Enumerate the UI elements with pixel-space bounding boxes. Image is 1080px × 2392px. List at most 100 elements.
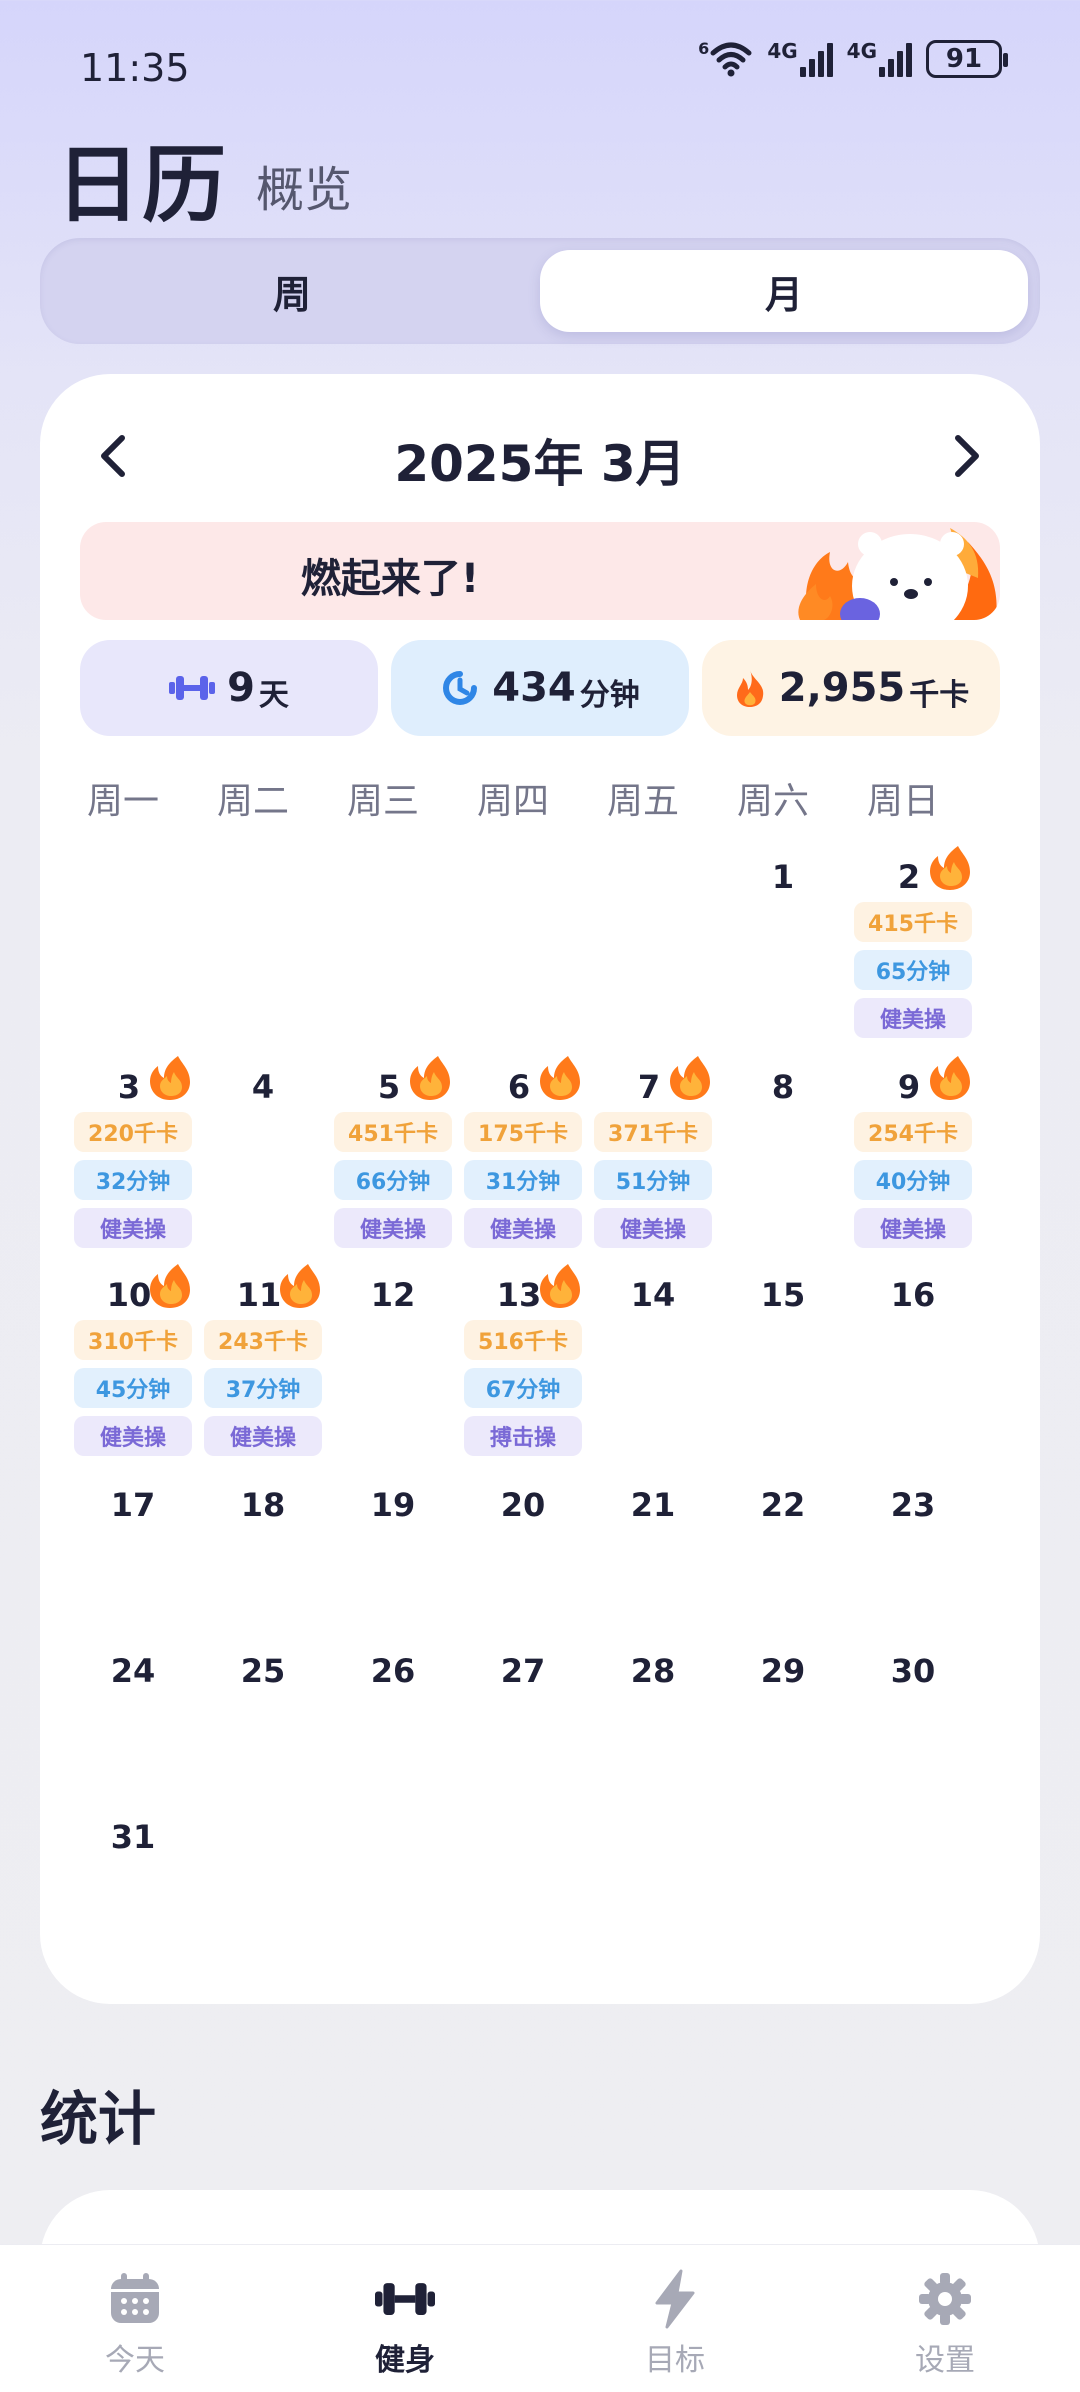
workout-flame-icon — [538, 1054, 582, 1102]
day-number: 23 — [890, 1486, 936, 1524]
calories-tag: 415千卡 — [854, 902, 972, 942]
calendar-day[interactable]: 29 — [718, 1652, 848, 1842]
calendar-day[interactable]: 21 — [588, 1486, 718, 1676]
tab-week[interactable]: 周 — [48, 250, 536, 332]
calendar-day[interactable]: 24 — [68, 1652, 198, 1842]
tab-fitness[interactable]: 健身 — [270, 2245, 540, 2392]
day-number: 21 — [630, 1486, 676, 1524]
day-number: 26 — [370, 1652, 416, 1690]
workout-flame-icon — [278, 1262, 322, 1310]
calories-tag: 310千卡 — [74, 1320, 192, 1360]
calendar-day[interactable]: 9 254千卡 40分钟 健美操 — [848, 1056, 978, 1258]
tab-month[interactable]: 月 — [540, 250, 1028, 332]
calendar-day[interactable]: 7 371千卡 51分钟 健美操 — [588, 1056, 718, 1258]
tab-settings-label: 设置 — [915, 2343, 975, 2378]
day-number: 30 — [890, 1652, 936, 1690]
calendar-day[interactable]: 1 — [718, 858, 848, 1048]
workout-flame-icon — [148, 1054, 192, 1102]
minutes-tag: 32分钟 — [74, 1160, 192, 1200]
day-number: 27 — [500, 1652, 546, 1690]
day-number: 24 — [110, 1652, 156, 1690]
calories-tag: 220千卡 — [74, 1112, 192, 1152]
day-number: 4 — [251, 1068, 275, 1106]
workout-flame-icon — [668, 1054, 712, 1102]
workout-type-tag: 搏击操 — [464, 1416, 582, 1456]
calendar-day[interactable]: 30 — [848, 1652, 978, 1842]
cell-signal-1-icon: 4G — [767, 39, 833, 77]
workout-type-tag: 健美操 — [594, 1208, 712, 1248]
calendar-day[interactable]: 3 220千卡 32分钟 健美操 — [68, 1056, 198, 1258]
workout-type-tag: 健美操 — [854, 998, 972, 1038]
tab-settings[interactable]: 设置 — [810, 2245, 1080, 2392]
calendar-day[interactable]: 18 — [198, 1486, 328, 1676]
status-time: 11:35 — [80, 46, 190, 90]
view-toggle: 周 月 — [40, 238, 1040, 344]
day-number: 22 — [760, 1486, 806, 1524]
wifi-icon: 6 — [698, 41, 753, 77]
workout-type-tag: 健美操 — [334, 1208, 452, 1248]
workout-flame-icon — [928, 1054, 972, 1102]
minutes-tag: 66分钟 — [334, 1160, 452, 1200]
calendar-day[interactable]: 20 — [458, 1486, 588, 1676]
page-subtitle: 概览 — [256, 162, 353, 218]
calendar-day[interactable]: 23 — [848, 1486, 978, 1676]
minutes-tag: 40分钟 — [854, 1160, 972, 1200]
minutes-tag: 65分钟 — [854, 950, 972, 990]
calories-tag: 516千卡 — [464, 1320, 582, 1360]
day-number: 31 — [110, 1818, 156, 1856]
network-type-2: 4G — [846, 39, 877, 63]
day-number: 18 — [240, 1486, 286, 1524]
minutes-tag: 67分钟 — [464, 1368, 582, 1408]
workout-type-tag: 健美操 — [204, 1416, 322, 1456]
calendar-day[interactable]: 22 — [718, 1486, 848, 1676]
day-number: 1 — [771, 858, 795, 896]
calendar-day[interactable]: 17 — [68, 1486, 198, 1676]
minutes-tag: 37分钟 — [204, 1368, 322, 1408]
calendar-day[interactable]: 12 — [328, 1276, 458, 1466]
calendar-day[interactable]: 2 415千卡 65分钟 健美操 — [848, 846, 978, 1048]
calendar-day[interactable]: 10 310千卡 45分钟 健美操 — [68, 1264, 198, 1466]
tab-goals-label: 目标 — [645, 2343, 705, 2378]
day-number: 28 — [630, 1652, 676, 1690]
calendar-day[interactable]: 13 516千卡 67分钟 搏击操 — [458, 1264, 588, 1466]
day-number: 15 — [760, 1276, 806, 1314]
calendar-day[interactable]: 15 — [718, 1276, 848, 1466]
tab-goals[interactable]: 目标 — [540, 2245, 810, 2392]
calendar-day[interactable]: 16 — [848, 1276, 978, 1466]
tab-fitness-label: 健身 — [375, 2343, 435, 2378]
workout-flame-icon — [538, 1262, 582, 1310]
calendar-day[interactable]: 25 — [198, 1652, 328, 1842]
day-number: 29 — [760, 1652, 806, 1690]
calendar-card: 2025年 3月 燃起来了! 9 天 434 分钟 2,955 千卡 周一 周二… — [40, 374, 1040, 2004]
network-type-1: 4G — [767, 39, 798, 63]
day-number: 20 — [500, 1486, 546, 1524]
calendar-day[interactable]: 19 — [328, 1486, 458, 1676]
calendar-day[interactable]: 6 175千卡 31分钟 健美操 — [458, 1056, 588, 1258]
calendar-grid: 1 2 415千卡 65分钟 健美操 3 220千卡 32分钟 健美操 4 5 451千卡 66分钟 健美… — [40, 374, 1040, 2004]
day-number: 16 — [890, 1276, 936, 1314]
tab-today[interactable]: 今天 — [0, 2245, 270, 2392]
gear-icon — [915, 2269, 975, 2329]
calendar-day[interactable]: 31 — [68, 1818, 198, 2008]
calendar-day[interactable]: 27 — [458, 1652, 588, 1842]
calendar-day[interactable]: 26 — [328, 1652, 458, 1842]
day-number: 25 — [240, 1652, 286, 1690]
day-number: 17 — [110, 1486, 156, 1524]
status-bar: 11:35 6 4G 4G 91 — [0, 0, 1080, 130]
battery-level: 91 — [945, 44, 983, 74]
workout-type-tag: 健美操 — [74, 1416, 192, 1456]
workout-type-tag: 健美操 — [854, 1208, 972, 1248]
calories-tag: 371千卡 — [594, 1112, 712, 1152]
calendar-day[interactable]: 4 — [198, 1068, 328, 1258]
day-number: 14 — [630, 1276, 676, 1314]
calendar-day[interactable]: 14 — [588, 1276, 718, 1466]
calendar-day[interactable]: 8 — [718, 1068, 848, 1258]
day-number: 19 — [370, 1486, 416, 1524]
calendar-day[interactable]: 11 243千卡 37分钟 健美操 — [198, 1264, 328, 1466]
battery-icon: 91 — [926, 40, 1008, 78]
minutes-tag: 45分钟 — [74, 1368, 192, 1408]
workout-type-tag: 健美操 — [464, 1208, 582, 1248]
calendar-day[interactable]: 5 451千卡 66分钟 健美操 — [328, 1056, 458, 1258]
calories-tag: 175千卡 — [464, 1112, 582, 1152]
calendar-day[interactable]: 28 — [588, 1652, 718, 1842]
